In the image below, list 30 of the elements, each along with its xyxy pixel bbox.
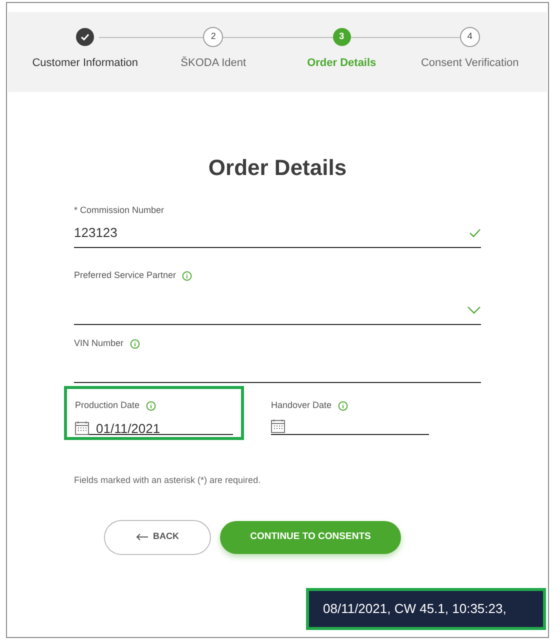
field-label: Preferred Service Partner <box>74 269 176 282</box>
field-label: Handover Date <box>271 399 332 412</box>
page-title: Order Details <box>207 154 348 182</box>
field-value: 01/11/2021 <box>96 420 160 438</box>
arrow-left-icon <box>136 533 149 541</box>
step-check-icon <box>76 28 94 46</box>
back-button[interactable]: BACK <box>104 520 211 554</box>
info-icon <box>130 338 140 349</box>
step-label[interactable]: ŠKODA Ident <box>180 55 246 72</box>
chevron-down-icon <box>467 306 481 314</box>
calendar-icon <box>271 418 285 432</box>
dropdown-field[interactable]: Preferred Service Partner <box>74 269 481 325</box>
timestamp-text: 08/11/2021, CW 45.1, 10:35:23, <box>323 600 506 618</box>
field-label: VIN Number <box>74 337 124 350</box>
info-icon <box>338 400 348 411</box>
step-label[interactable]: Customer Information <box>32 55 138 72</box>
step-number: 3 <box>332 28 351 46</box>
date-field[interactable]: Handover Date <box>271 399 429 435</box>
input-field[interactable]: * Commission Number 123123 <box>74 204 481 248</box>
required-note: Fields marked with an asterisk (*) are required. <box>74 474 262 487</box>
step-label[interactable]: Consent Verification <box>420 55 519 72</box>
field-label: Production Date <box>75 399 140 412</box>
info-icon <box>182 270 192 281</box>
field-label: * Commission Number <box>74 204 164 217</box>
input-field[interactable]: VIN Number <box>74 337 481 383</box>
calendar-icon <box>75 421 89 436</box>
info-icon <box>146 400 156 411</box>
step-number: 2 <box>203 27 224 47</box>
step-number: 4 <box>460 27 480 47</box>
field-value: 123123 <box>74 224 118 242</box>
